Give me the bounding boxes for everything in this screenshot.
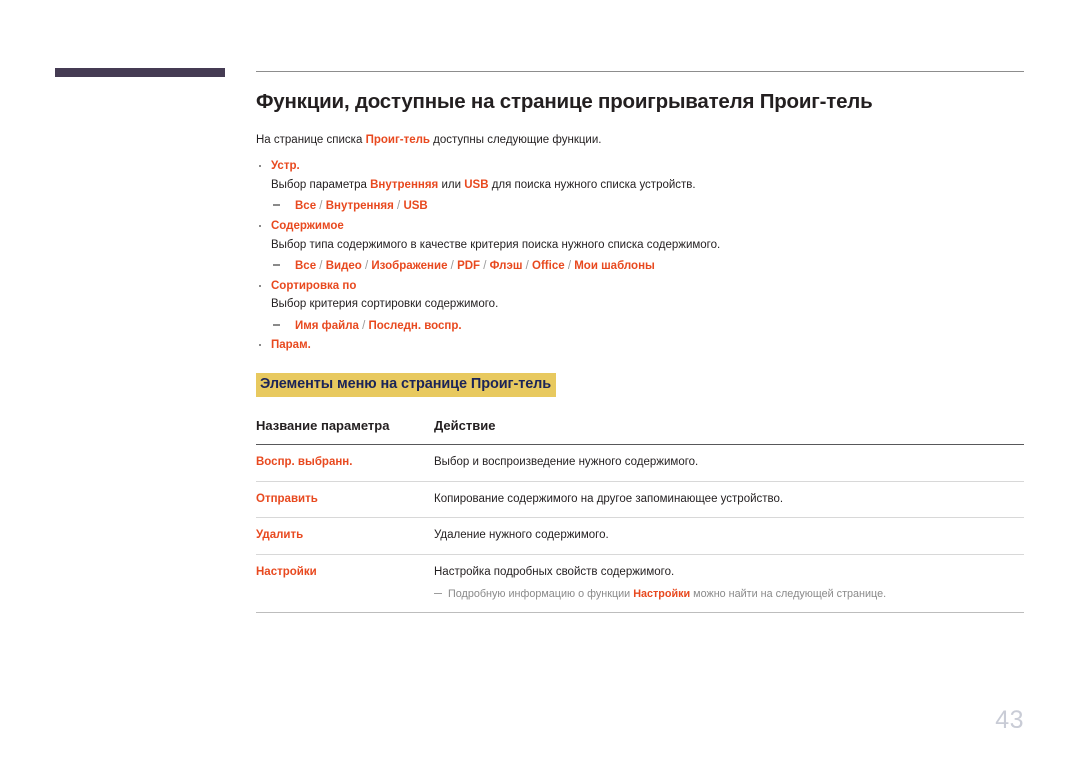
table-action-text: Удаление нужного содержимого. xyxy=(434,529,609,542)
table-row: Настройки Настройка подробных свойств сод… xyxy=(256,554,1024,614)
table-header-action: Действие xyxy=(434,417,1024,445)
table-header-parameter: Название параметра xyxy=(256,417,434,445)
feature-option-value: PDF xyxy=(457,260,481,273)
option-separator: / xyxy=(316,200,326,213)
feature-option-row: Имя файла / Последн. воспр. xyxy=(271,316,1024,335)
page-content: Функции, доступные на странице проигрыва… xyxy=(256,90,1024,614)
feature-option-value: Все xyxy=(295,260,317,273)
table-cell-parameter: Воспр. выбранн. xyxy=(256,444,434,482)
feature-option-value: Office xyxy=(532,260,565,273)
bullet-dot-icon xyxy=(259,164,261,167)
intro-after: доступны следующие функции. xyxy=(429,133,602,146)
table-cell-action: Удаление нужного содержимого. xyxy=(434,517,1024,555)
menu-items-table: Название параметра Действие Воспр. выбра… xyxy=(256,417,1024,614)
table-action-text: Настройка подробных свойств содержимого. xyxy=(434,565,675,578)
feature-bullet-item: Содержимое Выбор типа содержимого в качес… xyxy=(256,218,1024,276)
feature-option-value: Имя файла xyxy=(295,320,359,333)
table-header-row: Название параметра Действие xyxy=(256,417,1024,445)
description-text: Выбор критерия сортировки содержимого. xyxy=(271,298,499,311)
table-row-note: Подробную информацию о функции Настройки… xyxy=(434,587,1024,603)
option-separator: / xyxy=(393,200,404,213)
feature-bullet-label: Парам. xyxy=(271,339,311,352)
section-heading: Элементы меню на странице Проиг-тель xyxy=(256,373,557,397)
feature-option-values: Все / Видео / Изображение / PDF / Флэш /… xyxy=(295,260,655,272)
feature-option-value: Мои шаблоны xyxy=(574,260,655,273)
description-term: USB xyxy=(464,178,489,191)
note-text-after: можно найти на следующей странице. xyxy=(690,587,887,600)
bullet-dot-icon xyxy=(259,224,261,227)
feature-option-values: Имя файла / Последн. воспр. xyxy=(295,320,462,332)
page-marker-bar xyxy=(55,68,225,77)
feature-bullet-label: Устр. xyxy=(271,159,300,172)
description-term: Внутренняя xyxy=(370,178,439,191)
description-text: Выбор типа содержимого в качестве критер… xyxy=(271,238,721,251)
option-separator: / xyxy=(480,260,490,273)
feature-option-row: Все / Видео / Изображение / PDF / Флэш /… xyxy=(271,256,1024,275)
note-text-before: Подробную информацию о функции xyxy=(448,587,634,600)
dash-bullet-icon xyxy=(273,204,280,206)
page-title: Функции, доступные на странице проигрыва… xyxy=(256,90,873,113)
table-cell-parameter: Отправить xyxy=(256,481,434,519)
table-cell-action: Настройка подробных свойств содержимого.… xyxy=(434,554,1024,614)
note-term: Настройки xyxy=(633,587,691,600)
option-separator: / xyxy=(316,260,326,273)
feature-option-value: Внутренняя xyxy=(325,200,394,213)
option-separator: / xyxy=(361,260,372,273)
option-separator: / xyxy=(358,320,369,333)
feature-option-row: Все / Внутренняя / USB xyxy=(271,196,1024,215)
intro-before: На странице списка xyxy=(256,133,366,146)
feature-bullet-item: Сортировка по Выбор критерия сортировки с… xyxy=(256,278,1024,336)
intro-paragraph: На странице списка Проиг-тель доступны с… xyxy=(256,132,1024,149)
bullet-dot-icon xyxy=(259,284,261,287)
feature-option-value: Видео xyxy=(325,260,362,273)
document-page: Функции, доступные на странице проигрыва… xyxy=(0,0,1080,763)
description-text: Выбор параметра xyxy=(271,178,371,191)
feature-bullet-list: Устр. Выбор параметра Внутренняя или USB … xyxy=(256,158,1024,355)
table-row: Удалить Удаление нужного содержимого. xyxy=(256,517,1024,555)
table-cell-parameter: Настройки xyxy=(256,554,434,614)
feature-option-value: Все xyxy=(295,200,317,213)
feature-option-value: USB xyxy=(403,200,428,213)
dash-bullet-icon xyxy=(273,324,280,326)
feature-bullet-label: Содержимое xyxy=(271,219,344,232)
feature-bullet-item: Устр. Выбор параметра Внутренняя или USB … xyxy=(256,158,1024,216)
page-number: 43 xyxy=(995,706,1024,734)
feature-bullet-description: Выбор параметра Внутренняя или USB для п… xyxy=(271,177,1024,195)
option-separator: / xyxy=(522,260,533,273)
table-row: Отправить Копирование содержимого на друг… xyxy=(256,481,1024,519)
option-separator: / xyxy=(447,260,458,273)
feature-bullet-description: Выбор типа содержимого в качестве критер… xyxy=(271,237,1024,255)
feature-option-value: Последн. воспр. xyxy=(368,320,462,333)
description-text: для поиска нужного списка устройств. xyxy=(488,178,696,191)
dash-bullet-icon xyxy=(273,264,280,266)
feature-option-value: Флэш xyxy=(489,260,523,273)
note-dash-icon xyxy=(434,592,442,595)
feature-bullet-description: Выбор критерия сортировки содержимого. xyxy=(271,296,1024,314)
table-row: Воспр. выбранн. Выбор и воспроизведение н… xyxy=(256,444,1024,482)
intro-term: Проиг-тель xyxy=(365,133,430,146)
feature-option-value: Изображение xyxy=(371,260,448,273)
table-cell-parameter: Удалить xyxy=(256,517,434,555)
table-action-text: Копирование содержимого на другое запоми… xyxy=(434,492,784,505)
option-separator: / xyxy=(564,260,575,273)
table-cell-action: Копирование содержимого на другое запоми… xyxy=(434,481,1024,519)
table-action-text: Выбор и воспроизведение нужного содержим… xyxy=(434,455,699,468)
bullet-dot-icon xyxy=(259,344,261,347)
header-rule xyxy=(256,71,1024,72)
description-text: или xyxy=(438,178,465,191)
feature-bullet-item: Парам. xyxy=(256,337,1024,355)
feature-bullet-label: Сортировка по xyxy=(271,279,357,292)
feature-option-values: Все / Внутренняя / USB xyxy=(295,200,428,212)
table-cell-action: Выбор и воспроизведение нужного содержим… xyxy=(434,444,1024,482)
